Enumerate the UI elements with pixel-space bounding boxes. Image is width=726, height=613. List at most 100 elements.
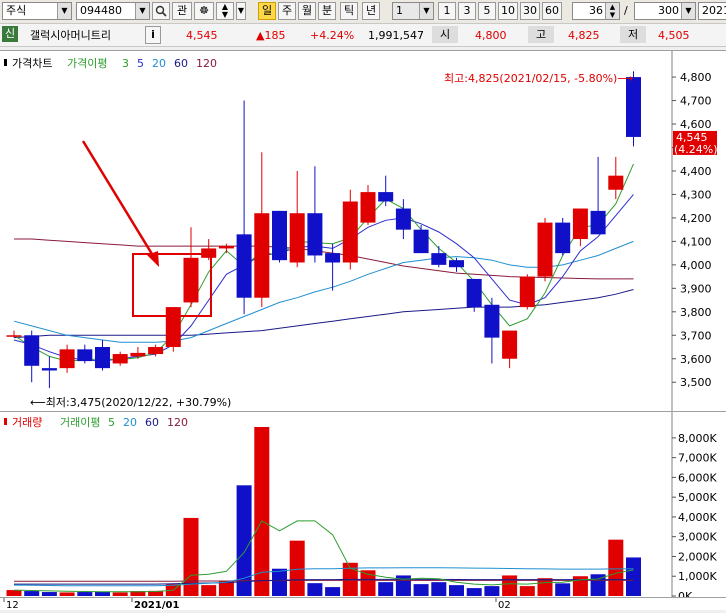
current-price: 4,545 <box>186 29 218 42</box>
interval-30-button[interactable]: 30 <box>520 2 540 20</box>
period-minute-button[interactable]: 분 <box>318 2 336 20</box>
volume-y-tick-label: 7,000K <box>678 452 717 465</box>
volume-legend-item: 20 <box>123 416 137 429</box>
chevron-down-icon[interactable]: ▼ <box>57 3 71 19</box>
price-y-tick-label: 4,200 <box>680 212 712 225</box>
candle-body <box>95 347 110 369</box>
period-day-label: 일 <box>261 4 273 17</box>
period-year-button[interactable]: 년 <box>362 2 380 20</box>
candle-body <box>41 368 57 371</box>
volume-y-tick-label: 8,000K <box>678 432 717 445</box>
date-input[interactable]: 2021 <box>698 2 726 20</box>
chevron-down-icon[interactable]: ▼ <box>135 3 149 19</box>
volume-bar <box>254 426 270 596</box>
display-count-input[interactable]: 36 ▲ ▼ <box>572 2 620 20</box>
period-week-label: 주 <box>281 4 293 17</box>
candle-body <box>608 175 624 190</box>
low-label: 저 <box>620 26 646 43</box>
volume-bar <box>325 587 341 596</box>
stock-name: 갤럭시아머니트리 <box>30 29 111 42</box>
price-y-tick-label: 4,100 <box>680 235 712 248</box>
volume-legend-item: 거래량 <box>12 416 42 429</box>
candle-body <box>165 307 181 348</box>
volume-bar <box>555 583 571 596</box>
candle-body <box>626 77 641 137</box>
x-axis: 12 2021/01 02 <box>0 597 726 611</box>
volume-bar <box>307 583 323 596</box>
x-axis-labels: 12 2021/01 02 <box>3 598 511 611</box>
stock-info-bar: 신 갤럭시아머니트리 i 4,545 ▲185 +4.24% 1,991,547… <box>0 24 726 47</box>
legend-marker <box>4 59 7 66</box>
price-y-tick-label: 4,000 <box>680 259 712 272</box>
period-month-button[interactable]: 월 <box>298 2 316 20</box>
high-price: 4,825 <box>568 29 600 42</box>
volume-bar <box>484 586 500 596</box>
total-count-input[interactable]: 300 ▼ <box>634 2 696 20</box>
price-y-tick-label: 4,700 <box>680 95 712 108</box>
spinner-dropdown[interactable]: ▼ <box>236 2 246 20</box>
volume-y-tick-label: 6,000K <box>678 471 717 484</box>
volume-bar <box>272 568 287 596</box>
volume-y-tick-label: 5,000K <box>678 491 717 504</box>
market-select[interactable]: 주식 ▼ <box>2 2 72 20</box>
spinner-arrows-icon[interactable]: ▲ ▼ <box>605 3 619 19</box>
volume-bar <box>112 592 128 596</box>
period-year-label: 년 <box>365 4 377 17</box>
period-week-button[interactable]: 주 <box>278 2 296 20</box>
price-legend-item: 가격이평 <box>67 57 107 70</box>
volume-bar <box>289 540 305 596</box>
candle-body <box>466 278 482 308</box>
chevron-down-icon[interactable]: ▼ <box>419 3 433 19</box>
price-chart[interactable]: 4,8004,7004,6004,5004,4004,3004,2004,100… <box>0 51 726 411</box>
candle-body <box>289 213 305 263</box>
period-day-button[interactable]: 일 <box>258 2 276 20</box>
open-label: 시 <box>432 26 458 43</box>
interval-1-button[interactable]: 1 <box>438 2 456 20</box>
interval-10-button[interactable]: 10 <box>498 2 518 20</box>
candle-body <box>342 201 358 263</box>
volume-bar <box>466 588 482 596</box>
price-legend-item: 20 <box>152 57 166 70</box>
interval-3-button[interactable]: 3 <box>458 2 476 20</box>
candle-body <box>360 192 376 223</box>
volume-bar <box>6 590 22 596</box>
volume-bar <box>431 582 447 596</box>
candle-body <box>148 347 164 355</box>
highlight-box <box>132 253 212 317</box>
stock-code-input[interactable]: 094480 ▼ <box>76 2 150 20</box>
period-month-label: 월 <box>301 4 313 17</box>
high-annotation: 최고:4,825(2021/02/15, -5.80%)⟶ <box>444 72 633 85</box>
period-minute-label: 분 <box>321 4 333 17</box>
info-button[interactable]: i <box>145 26 161 44</box>
link-icon: ☸ <box>199 4 209 17</box>
interval-5-button[interactable]: 5 <box>478 2 496 20</box>
candle-body <box>413 229 429 254</box>
date-value: 2021 <box>702 4 726 17</box>
candle-body <box>272 210 287 261</box>
candle-body <box>254 213 270 298</box>
volume-bar <box>413 584 429 596</box>
price-y-tick-label: 3,900 <box>680 282 712 295</box>
link-button[interactable]: ☸ <box>194 2 214 20</box>
volume-legend-item: 5 <box>108 416 115 429</box>
interval-select[interactable]: 1 ▼ <box>392 2 434 20</box>
interval-5-label: 5 <box>483 4 491 17</box>
volume-legend-item: 120 <box>167 416 188 429</box>
legend-marker <box>4 418 7 425</box>
interval-10-label: 10 <box>501 4 515 17</box>
chevron-down-icon[interactable]: ▼ <box>681 3 695 19</box>
interval-60-button[interactable]: 60 <box>542 2 562 20</box>
search-button[interactable] <box>152 2 170 20</box>
interest-button[interactable]: 관 <box>172 2 192 20</box>
interval-value: 1 <box>396 4 403 17</box>
candle-body <box>555 222 571 254</box>
volume-chart-pane[interactable]: 8,000K 7,000K 6,000K 5,000K 4,000K 3,000K 2,00… <box>0 411 726 603</box>
volume-y-tick-label: 2,000K <box>678 550 717 563</box>
price-y-tick-label: 4,300 <box>680 188 712 201</box>
price-chart-pane[interactable]: 4,8004,7004,6004,5004,4004,3004,2004,100… <box>0 50 726 411</box>
period-tick-button[interactable]: 틱 <box>340 2 358 20</box>
volume-y-tick-label: 1,000K <box>678 570 717 583</box>
open-price: 4,800 <box>475 29 507 42</box>
prev-next-spinner[interactable]: ▲ ▼ <box>216 2 234 20</box>
volume-chart[interactable]: 8,000K 7,000K 6,000K 5,000K 4,000K 3,000K 2,00… <box>0 412 726 603</box>
